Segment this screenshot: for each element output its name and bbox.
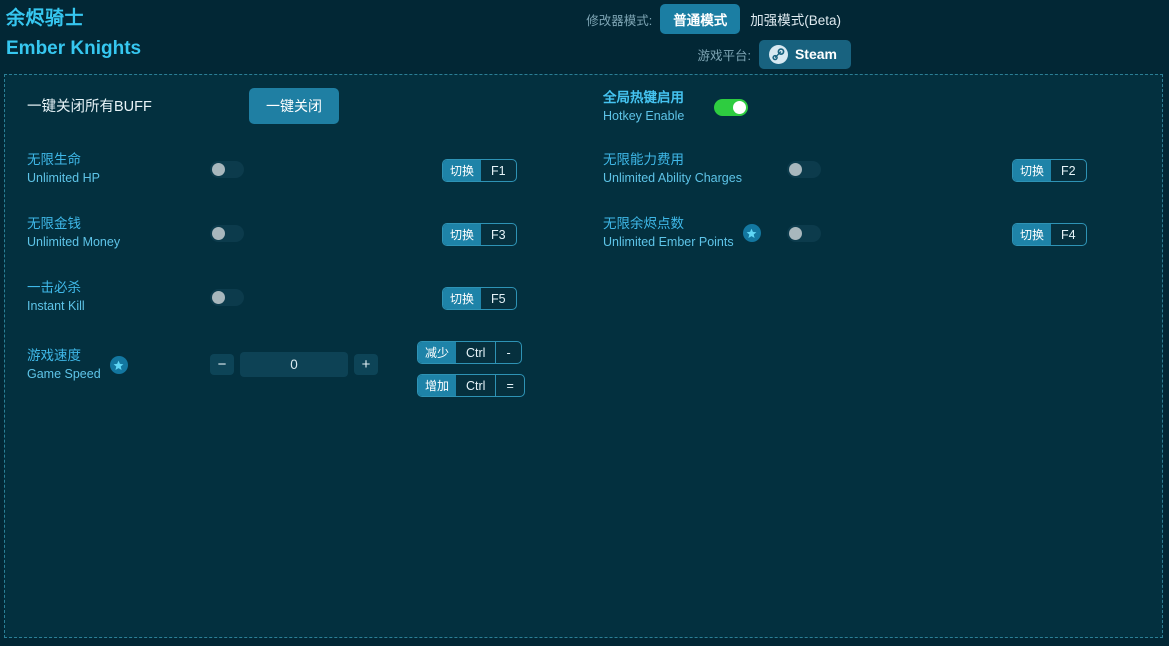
row-close-all-buffs: 一键关闭所有BUFF 一键关闭 <box>5 81 585 133</box>
hotkey-action-label: 增加 <box>418 375 456 396</box>
ember-points-toggle[interactable] <box>787 225 821 242</box>
mode-enhanced-button[interactable]: 加强模式(Beta) <box>740 4 851 34</box>
close-all-label-wrap: 一键关闭所有BUFF <box>27 81 152 133</box>
hotkey-key-label: = <box>495 375 523 396</box>
game-title-cn: 余烬骑士 <box>6 6 141 32</box>
left-column: 一键关闭所有BUFF 一键关闭 无限生命 Unlimited HP 切换 F1 <box>5 75 585 637</box>
unlimited-hp-label-wrap: 无限生命 Unlimited HP <box>27 143 100 195</box>
hotkey-action-label: 切换 <box>443 288 481 309</box>
unlimited-money-label-wrap: 无限金钱 Unlimited Money <box>27 207 120 259</box>
hotkey-enable-label-cn: 全局热键启用 <box>603 88 684 107</box>
hotkey-action-label: 减少 <box>418 342 456 363</box>
game-speed-increase-hotkey[interactable]: 增加 Ctrl = <box>417 374 525 397</box>
header-controls: 修改器模式: 普通模式 加强模式(Beta) 游戏平台: Steam <box>561 5 851 75</box>
platform-label: 游戏平台: <box>697 45 750 64</box>
ability-charges-label-wrap: 无限能力费用 Unlimited Ability Charges <box>603 143 742 195</box>
toggle-knob <box>212 163 225 176</box>
close-all-button[interactable]: 一键关闭 <box>249 88 339 124</box>
game-title-en: Ember Knights <box>6 36 141 62</box>
hotkey-key-label: F2 <box>1051 160 1086 181</box>
platform-steam-label: Steam <box>795 46 837 62</box>
row-unlimited-ability-charges: 无限能力费用 Unlimited Ability Charges 切换 F2 <box>585 143 1164 195</box>
hotkey-action-label: 切换 <box>1013 160 1051 181</box>
hotkey-action-label: 切换 <box>1013 224 1051 245</box>
title-block: 余烬骑士 Ember Knights <box>6 6 141 62</box>
hotkey-enable-toggle[interactable] <box>714 99 748 116</box>
row-unlimited-ember-points: 无限余烬点数 Unlimited Ember Points 切换 F4 <box>585 207 1164 259</box>
row-hotkey-enable: 全局热键启用 Hotkey Enable <box>585 81 1164 133</box>
hotkey-action-label: 切换 <box>443 224 481 245</box>
hotkey-enable-label-en: Hotkey Enable <box>603 107 684 126</box>
trainer-mode-label: 修改器模式: <box>586 10 652 29</box>
unlimited-hp-toggle[interactable] <box>210 161 244 178</box>
ability-charges-toggle[interactable] <box>787 161 821 178</box>
cheat-panel: 一键关闭所有BUFF 一键关闭 无限生命 Unlimited HP 切换 F1 <box>4 74 1163 638</box>
instant-kill-label-en: Instant Kill <box>27 297 85 316</box>
ember-points-label-cn: 无限余烬点数 <box>603 214 734 233</box>
steam-icon <box>769 45 788 64</box>
row-game-speed: 游戏速度 Game Speed − 0 + 减少 Ctrl - <box>5 335 585 395</box>
hotkey-key-label: F1 <box>481 160 516 181</box>
star-icon <box>110 356 128 374</box>
ember-points-label-en: Unlimited Ember Points <box>603 233 734 252</box>
hotkey-key-label: F4 <box>1051 224 1086 245</box>
unlimited-hp-label-en: Unlimited HP <box>27 169 100 188</box>
instant-kill-label-cn: 一击必杀 <box>27 278 85 297</box>
row-unlimited-hp: 无限生命 Unlimited HP 切换 F1 <box>5 143 585 195</box>
platform-steam-button[interactable]: Steam <box>759 40 851 69</box>
platform-row: 游戏平台: Steam <box>561 40 851 68</box>
ember-points-hotkey[interactable]: 切换 F4 <box>1012 223 1087 246</box>
game-speed-label-cn: 游戏速度 <box>27 346 101 365</box>
ability-charges-hotkey[interactable]: 切换 F2 <box>1012 159 1087 182</box>
mode-normal-button[interactable]: 普通模式 <box>660 4 740 34</box>
game-speed-decrease-hotkey[interactable]: 减少 Ctrl - <box>417 341 522 364</box>
close-all-label: 一键关闭所有BUFF <box>27 81 152 133</box>
unlimited-hp-label-cn: 无限生命 <box>27 150 100 169</box>
toggle-knob <box>789 227 802 240</box>
game-speed-decrement-button[interactable]: − <box>210 354 234 375</box>
row-unlimited-money: 无限金钱 Unlimited Money 切换 F3 <box>5 207 585 259</box>
toggle-knob <box>212 227 225 240</box>
unlimited-hp-hotkey[interactable]: 切换 F1 <box>442 159 517 182</box>
hotkey-enable-label-wrap: 全局热键启用 Hotkey Enable <box>603 81 684 133</box>
hotkey-key-label: - <box>495 342 520 363</box>
hotkey-modifier-label: Ctrl <box>456 342 495 363</box>
hotkey-action-label: 切换 <box>443 160 481 181</box>
ember-points-label-wrap: 无限余烬点数 Unlimited Ember Points <box>603 207 761 259</box>
row-instant-kill: 一击必杀 Instant Kill 切换 F5 <box>5 271 585 323</box>
unlimited-money-hotkey[interactable]: 切换 F3 <box>442 223 517 246</box>
instant-kill-label-wrap: 一击必杀 Instant Kill <box>27 271 85 323</box>
game-speed-value[interactable]: 0 <box>240 352 348 377</box>
app-header: 余烬骑士 Ember Knights 修改器模式: 普通模式 加强模式(Beta… <box>0 0 1169 74</box>
hotkey-modifier-label: Ctrl <box>456 375 495 396</box>
game-speed-increment-button[interactable]: + <box>354 354 378 375</box>
star-icon <box>743 224 761 242</box>
game-speed-label-en: Game Speed <box>27 365 101 384</box>
instant-kill-hotkey[interactable]: 切换 F5 <box>442 287 517 310</box>
ability-charges-label-cn: 无限能力费用 <box>603 150 742 169</box>
toggle-knob <box>212 291 225 304</box>
game-speed-label-wrap: 游戏速度 Game Speed <box>27 335 128 395</box>
trainer-mode-row: 修改器模式: 普通模式 加强模式(Beta) <box>561 5 851 33</box>
hotkey-key-label: F3 <box>481 224 516 245</box>
toggle-knob <box>733 101 746 114</box>
ability-charges-label-en: Unlimited Ability Charges <box>603 169 742 188</box>
unlimited-money-label-en: Unlimited Money <box>27 233 120 252</box>
right-column: 全局热键启用 Hotkey Enable 无限能力费用 Unlimited Ab… <box>585 75 1164 637</box>
unlimited-money-toggle[interactable] <box>210 225 244 242</box>
toggle-knob <box>789 163 802 176</box>
instant-kill-toggle[interactable] <box>210 289 244 306</box>
unlimited-money-label-cn: 无限金钱 <box>27 214 120 233</box>
game-speed-stepper: − 0 + <box>210 352 378 377</box>
hotkey-key-label: F5 <box>481 288 516 309</box>
